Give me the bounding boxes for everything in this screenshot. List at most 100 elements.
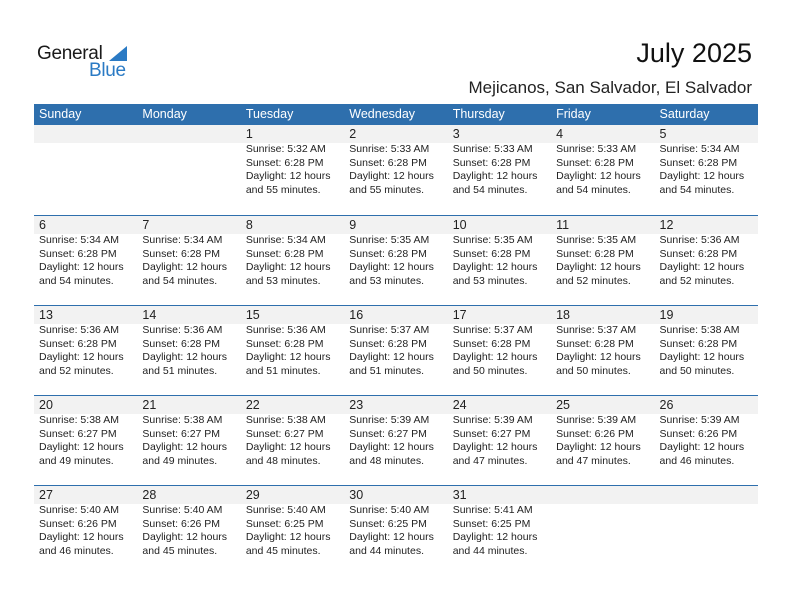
daylight-text: Daylight: 12 hours	[452, 170, 538, 182]
day-number: 25	[556, 398, 571, 412]
daylight-text: Daylight: 12 hours	[245, 261, 331, 273]
sunrise-text: Sunrise: 5:40 AM	[142, 504, 223, 516]
day-number: 6	[39, 218, 46, 232]
sunrise-text: Sunrise: 5:33 AM	[452, 143, 533, 155]
daylight-minutes-text: and 47 minutes.	[556, 454, 631, 467]
logo-text-blue: Blue	[89, 60, 126, 81]
day-number: 5	[659, 127, 667, 141]
sunset-text: Sunset: 6:27 PM	[142, 427, 221, 440]
daylight-text: Daylight: 12 hours	[452, 441, 538, 453]
sunrise-text: Sunrise: 5:41 AM	[452, 504, 533, 516]
sunset-text: Sunset: 6:28 PM	[452, 337, 531, 350]
daylight-text: Daylight: 12 hours	[39, 261, 124, 273]
sunset-text: Sunset: 6:25 PM	[349, 517, 427, 530]
daylight-text: Daylight: 12 hours	[452, 351, 538, 363]
empty-day-cell	[655, 486, 758, 575]
day-number: 10	[452, 218, 467, 232]
day-cell: 5 Sunrise: 5:34 AM Sunset: 6:28 PM Daylight…	[655, 125, 758, 215]
daylight-text: Daylight: 12 hours	[659, 351, 745, 363]
sunrise-text: Sunrise: 5:36 AM	[142, 324, 223, 336]
day-number: 3	[452, 127, 460, 141]
daylight-text: Daylight: 12 hours	[556, 351, 641, 363]
day-number: 13	[39, 308, 53, 322]
daylight-text: Daylight: 12 hours	[142, 531, 228, 543]
daylight-text: Daylight: 12 hours	[142, 261, 228, 273]
daylight-text: Daylight: 12 hours	[349, 441, 434, 453]
day-cell: 27 Sunrise: 5:40 AM Sunset: 6:26 PM Dayligh…	[34, 486, 137, 575]
day-cell: 12 Sunrise: 5:36 AM Sunset: 6:28 PM Dayligh…	[655, 216, 758, 305]
sunset-text: Sunset: 6:28 PM	[452, 247, 531, 260]
empty-day-cell	[34, 125, 137, 215]
day-cell: 13 Sunrise: 5:36 AM Sunset: 6:28 PM Dayligh…	[34, 306, 137, 395]
daylight-minutes-text: and 45 minutes.	[142, 544, 218, 557]
sunset-text: Sunset: 6:28 PM	[142, 247, 221, 260]
week-cells: 6 Sunrise: 5:34 AM Sunset: 6:28 PM Daylight…	[34, 216, 758, 305]
sunset-text: Sunset: 6:28 PM	[39, 337, 117, 350]
week-row: 27 Sunrise: 5:40 AM Sunset: 6:26 PM Dayligh…	[34, 485, 758, 575]
daylight-minutes-text: and 46 minutes.	[659, 454, 735, 467]
day-cell: 3 Sunrise: 5:33 AM Sunset: 6:28 PM Daylight…	[448, 125, 551, 215]
weekday-tuesday: Tuesday	[245, 107, 294, 121]
daylight-minutes-text: and 53 minutes.	[245, 274, 321, 287]
sunset-text: Sunset: 6:27 PM	[39, 427, 117, 440]
empty-day-cell	[551, 486, 654, 575]
day-cell: 31 Sunrise: 5:41 AM Sunset: 6:25 PM Dayligh…	[448, 486, 551, 575]
sunrise-text: Sunrise: 5:40 AM	[245, 504, 326, 516]
sunrise-text: Sunrise: 5:36 AM	[659, 234, 740, 246]
sunset-text: Sunset: 6:25 PM	[245, 517, 324, 530]
day-number: 2	[349, 127, 357, 141]
day-number: 15	[245, 308, 260, 322]
sunset-text: Sunset: 6:28 PM	[142, 337, 221, 350]
sunset-text: Sunset: 6:25 PM	[452, 517, 531, 530]
daylight-minutes-text: and 50 minutes.	[452, 364, 528, 377]
day-number: 21	[142, 398, 157, 412]
sunrise-text: Sunrise: 5:37 AM	[349, 324, 430, 336]
sunset-text: Sunset: 6:28 PM	[39, 247, 117, 260]
week-row: 13 Sunrise: 5:36 AM Sunset: 6:28 PM Dayligh…	[34, 305, 758, 395]
day-cell: 9 Sunrise: 5:35 AM Sunset: 6:28 PM Daylight…	[344, 216, 447, 305]
sunset-text: Sunset: 6:26 PM	[39, 517, 117, 530]
sunset-text: Sunset: 6:28 PM	[349, 337, 427, 350]
sunrise-text: Sunrise: 5:33 AM	[556, 143, 637, 155]
sunset-text: Sunset: 6:28 PM	[659, 247, 738, 260]
day-cell: 16 Sunrise: 5:37 AM Sunset: 6:28 PM Dayligh…	[344, 306, 447, 395]
page-title: July 2025	[636, 38, 752, 68]
calendar: Sunday Monday Tuesday Wednesday Thursday…	[34, 104, 758, 575]
daylight-minutes-text: and 52 minutes.	[659, 274, 735, 287]
sunset-text: Sunset: 6:26 PM	[556, 427, 634, 440]
daylight-minutes-text: and 49 minutes.	[39, 454, 114, 467]
sunrise-text: Sunrise: 5:37 AM	[452, 324, 533, 336]
weekday-monday: Monday	[142, 107, 187, 121]
sunrise-text: Sunrise: 5:39 AM	[556, 414, 637, 426]
week-cells: 20 Sunrise: 5:38 AM Sunset: 6:27 PM Dayligh…	[34, 396, 758, 485]
daylight-minutes-text: and 53 minutes.	[349, 274, 424, 287]
sunrise-text: Sunrise: 5:36 AM	[39, 324, 119, 336]
daylight-minutes-text: and 48 minutes.	[349, 454, 424, 467]
day-number: 19	[659, 308, 674, 322]
week-cells: 1 Sunrise: 5:32 AM Sunset: 6:28 PM Daylight…	[34, 125, 758, 215]
daylight-text: Daylight: 12 hours	[39, 441, 124, 453]
daylight-text: Daylight: 12 hours	[349, 351, 434, 363]
day-cell: 4 Sunrise: 5:33 AM Sunset: 6:28 PM Daylight…	[551, 125, 654, 215]
day-cell: 24 Sunrise: 5:39 AM Sunset: 6:27 PM Dayligh…	[448, 396, 551, 485]
daylight-minutes-text: and 54 minutes.	[659, 183, 735, 196]
week-cells: 13 Sunrise: 5:36 AM Sunset: 6:28 PM Dayligh…	[34, 306, 758, 395]
day-number: 12	[659, 218, 674, 232]
day-cell: 22 Sunrise: 5:38 AM Sunset: 6:27 PM Dayligh…	[241, 396, 344, 485]
week-row: 6 Sunrise: 5:34 AM Sunset: 6:28 PM Daylight…	[34, 215, 758, 305]
day-cell: 18 Sunrise: 5:37 AM Sunset: 6:28 PM Dayligh…	[551, 306, 654, 395]
daylight-text: Daylight: 12 hours	[452, 531, 538, 543]
day-number: 31	[452, 488, 467, 502]
day-cell: 7 Sunrise: 5:34 AM Sunset: 6:28 PM Daylight…	[137, 216, 240, 305]
sunset-text: Sunset: 6:28 PM	[349, 156, 427, 169]
daylight-minutes-text: and 51 minutes.	[245, 364, 321, 377]
sunrise-text: Sunrise: 5:35 AM	[556, 234, 637, 246]
week-row: 1 Sunrise: 5:32 AM Sunset: 6:28 PM Daylight…	[34, 125, 758, 215]
sunrise-text: Sunrise: 5:37 AM	[556, 324, 637, 336]
sunset-text: Sunset: 6:27 PM	[452, 427, 531, 440]
week-row: 20 Sunrise: 5:38 AM Sunset: 6:27 PM Dayligh…	[34, 395, 758, 485]
sunrise-text: Sunrise: 5:34 AM	[142, 234, 223, 246]
day-number: 29	[245, 488, 260, 502]
sunset-text: Sunset: 6:28 PM	[452, 156, 531, 169]
sunrise-text: Sunrise: 5:36 AM	[245, 324, 326, 336]
